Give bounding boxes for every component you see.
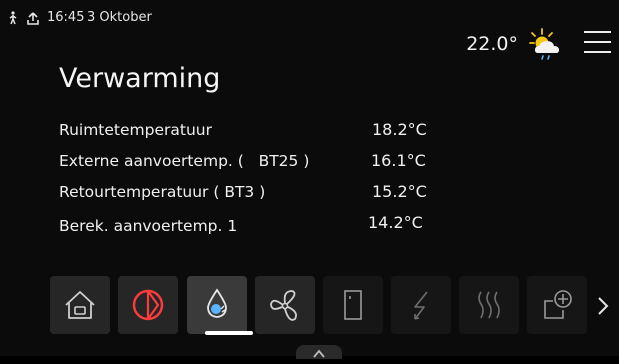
status-date: 3 Oktober bbox=[87, 10, 152, 25]
toolbar-add-device-button[interactable] bbox=[527, 276, 587, 334]
heat-waves-icon bbox=[478, 291, 500, 319]
door-icon bbox=[344, 290, 362, 320]
toolbar-heat-button[interactable] bbox=[459, 276, 519, 334]
hamburger-menu-icon[interactable] bbox=[584, 31, 611, 55]
toolbar-heating-button[interactable] bbox=[187, 276, 247, 334]
reading-value-room-temperature: 18.2°C bbox=[372, 120, 427, 139]
reading-label-return-temperature: Retourtemperatuur ( BT3 ) bbox=[59, 183, 266, 201]
chevron-right-icon[interactable] bbox=[594, 294, 612, 318]
lightning-icon bbox=[414, 291, 428, 320]
add-device-icon bbox=[544, 290, 572, 319]
water-drop-icon bbox=[207, 288, 227, 318]
toolbar-home-button[interactable] bbox=[50, 276, 110, 334]
page-title: Verwarming bbox=[59, 63, 221, 94]
toolbar-electric-button[interactable] bbox=[391, 276, 451, 334]
fan-icon bbox=[270, 290, 297, 321]
toolbar-power-button[interactable] bbox=[118, 276, 178, 334]
toolbar-door-button[interactable] bbox=[323, 276, 383, 334]
reading-label-external-supply-temp: Externe aanvoertemp. ( BT25 ) bbox=[59, 152, 310, 170]
status-time: 16:45 bbox=[47, 10, 85, 25]
reading-value-external-supply-temp: 16.1°C bbox=[371, 151, 426, 170]
sun-cloud-rain-icon bbox=[527, 26, 567, 68]
upload-icon bbox=[27, 10, 39, 29]
bottom-drawer-handle[interactable] bbox=[296, 345, 342, 359]
toolbar-ventilation-button[interactable] bbox=[255, 276, 315, 334]
chevron-up-icon bbox=[313, 349, 325, 358]
active-tab-indicator bbox=[205, 331, 253, 335]
person-walking-icon bbox=[8, 10, 18, 29]
screen: 16:45 3 Oktober 22.0° Verwarming Ruimtet… bbox=[0, 0, 619, 359]
reading-label-calculated-supply-temp: Berek. aanvoertemp. 1 bbox=[59, 217, 238, 235]
outdoor-temperature: 22.0° bbox=[466, 33, 518, 55]
reading-label-room-temperature: Ruimtetemperatuur bbox=[59, 121, 212, 139]
power-cycle-icon bbox=[132, 289, 164, 321]
reading-value-calculated-supply-temp: 14.2°C bbox=[368, 213, 423, 232]
reading-value-return-temperature: 15.2°C bbox=[372, 182, 427, 201]
home-icon bbox=[65, 291, 95, 319]
